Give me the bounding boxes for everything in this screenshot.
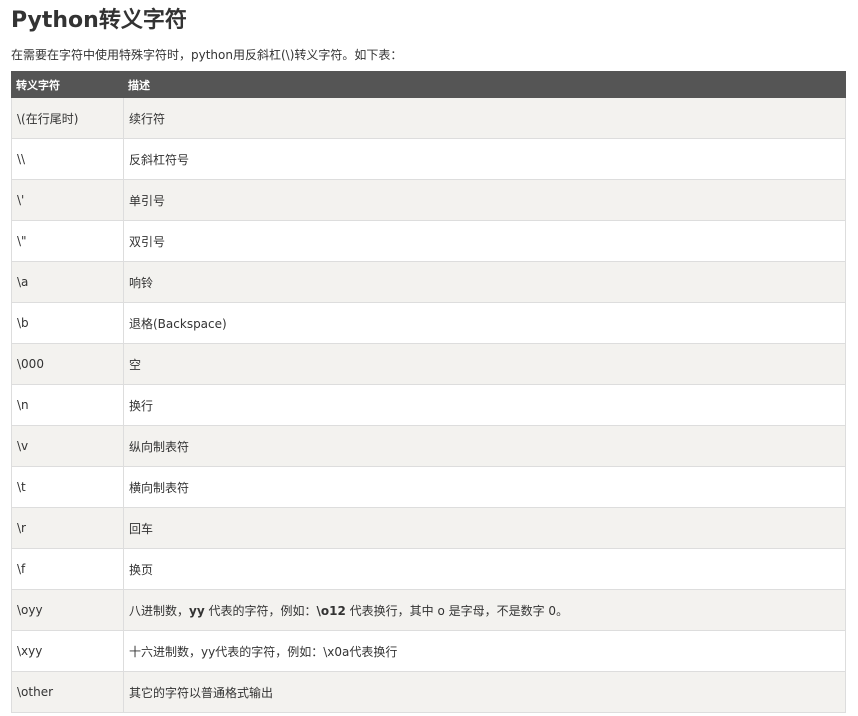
description-text: 代表的字符，例如： bbox=[204, 603, 317, 618]
description-cell: 纵向制表符 bbox=[123, 425, 846, 467]
table-row: \oyy 八进制数，yy 代表的字符，例如：\o12 代表换行，其中 o 是字母… bbox=[11, 589, 846, 631]
table-row: \(在行尾时) 续行符 bbox=[11, 97, 846, 139]
intro-text: 在需要在字符中使用特殊字符时，python用反斜杠(\)转义字符。如下表： bbox=[11, 48, 403, 62]
escape-cell: \n bbox=[11, 384, 124, 426]
escape-characters-table: 转义字符 描述 \(在行尾时) 续行符 \\ 反斜杠符号 \' 单引号 \" 双… bbox=[11, 71, 846, 713]
description-cell: 换行 bbox=[123, 384, 846, 426]
table-row: \r 回车 bbox=[11, 507, 846, 549]
description-cell: 续行符 bbox=[123, 97, 846, 139]
description-cell: 反斜杠符号 bbox=[123, 138, 846, 180]
escape-cell: \" bbox=[11, 220, 124, 262]
description-bold-text: yy bbox=[189, 603, 205, 618]
escape-cell: \xyy bbox=[11, 630, 124, 672]
table-row: \t 横向制表符 bbox=[11, 466, 846, 508]
description-cell: 响铃 bbox=[123, 261, 846, 303]
description-cell: 退格(Backspace) bbox=[123, 302, 846, 344]
table-row: \\ 反斜杠符号 bbox=[11, 138, 846, 180]
description-text: 代表换行，其中 o 是字母，不是数字 0。 bbox=[345, 603, 569, 618]
escape-cell: \(在行尾时) bbox=[11, 97, 124, 139]
description-cell: 空 bbox=[123, 343, 846, 385]
description-cell: 换页 bbox=[123, 548, 846, 590]
table-header: 转义字符 描述 bbox=[11, 71, 846, 98]
escape-cell: \r bbox=[11, 507, 124, 549]
description-cell: 横向制表符 bbox=[123, 466, 846, 508]
escape-cell: \oyy bbox=[11, 589, 124, 631]
escape-cell: \000 bbox=[11, 343, 124, 385]
description-cell: 回车 bbox=[123, 507, 846, 549]
table-row: \a 响铃 bbox=[11, 261, 846, 303]
table-row: \v 纵向制表符 bbox=[11, 425, 846, 467]
table-row: \b 退格(Backspace) bbox=[11, 302, 846, 344]
page-title: Python转义字符 bbox=[11, 8, 187, 33]
table-header-row: 转义字符 描述 bbox=[11, 71, 846, 98]
escape-cell: \' bbox=[11, 179, 124, 221]
escape-cell: \\ bbox=[11, 138, 124, 180]
description-cell: 其它的字符以普通格式输出 bbox=[123, 671, 846, 713]
description-bold-text: \o12 bbox=[316, 603, 346, 618]
description-cell: 八进制数，yy 代表的字符，例如：\o12 代表换行，其中 o 是字母，不是数字… bbox=[123, 589, 846, 631]
description-cell: 十六进制数，yy代表的字符，例如：\x0a代表换行 bbox=[123, 630, 846, 672]
table-row: \n 换行 bbox=[11, 384, 846, 426]
escape-cell: \v bbox=[11, 425, 124, 467]
column-header-escape: 转义字符 bbox=[11, 71, 124, 98]
description-text: 八进制数， bbox=[129, 603, 190, 618]
table-body: \(在行尾时) 续行符 \\ 反斜杠符号 \' 单引号 \" 双引号 \a 响铃… bbox=[11, 97, 846, 713]
escape-cell: \t bbox=[11, 466, 124, 508]
table-row: \xyy 十六进制数，yy代表的字符，例如：\x0a代表换行 bbox=[11, 630, 846, 672]
escape-cell: \b bbox=[11, 302, 124, 344]
description-cell: 单引号 bbox=[123, 179, 846, 221]
column-header-description: 描述 bbox=[123, 71, 846, 98]
table-row: \" 双引号 bbox=[11, 220, 846, 262]
escape-cell: \f bbox=[11, 548, 124, 590]
escape-cell: \other bbox=[11, 671, 124, 713]
table-row: \f 换页 bbox=[11, 548, 846, 590]
article: Python转义字符 在需要在字符中使用特殊字符时，python用反斜杠(\)转… bbox=[0, 0, 858, 716]
description-cell: 双引号 bbox=[123, 220, 846, 262]
table-row: \000 空 bbox=[11, 343, 846, 385]
escape-cell: \a bbox=[11, 261, 124, 303]
table-row: \other 其它的字符以普通格式输出 bbox=[11, 671, 846, 713]
table-row: \' 单引号 bbox=[11, 179, 846, 221]
